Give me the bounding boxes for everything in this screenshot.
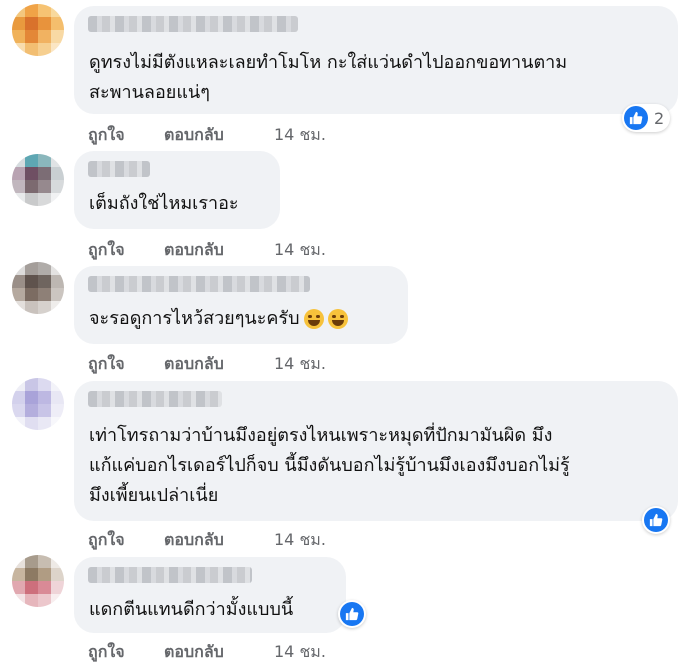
comment-timestamp[interactable]: 14 ชม. <box>274 640 326 665</box>
avatar[interactable] <box>12 555 64 607</box>
commenter-name-blurred[interactable] <box>88 161 150 177</box>
like-reaction-icon <box>340 602 364 626</box>
comment-actions: ถูกใจ ตอบกลับ 14 ชม. <box>88 640 326 665</box>
commenter-name-blurred[interactable] <box>88 276 310 292</box>
comment-timestamp[interactable]: 14 ชม. <box>274 123 326 148</box>
commenter-name-blurred[interactable] <box>88 567 252 583</box>
reply-action[interactable]: ตอบกลับ <box>164 640 274 665</box>
reply-action[interactable]: ตอบกลับ <box>164 238 274 263</box>
reaction-summary[interactable]: 2 <box>622 104 671 132</box>
comment-text: เท่าโทรถามว่าบ้านมึงอยู่ตรงไหนเพราะหมุดท… <box>89 425 570 506</box>
like-reaction-icon <box>644 508 668 532</box>
comment-actions: ถูกใจ ตอบกลับ 14 ชม. <box>88 528 326 553</box>
commenter-name-blurred[interactable] <box>88 391 222 407</box>
like-action[interactable]: ถูกใจ <box>88 640 164 665</box>
rofl-emoji-icon <box>303 309 324 329</box>
avatar[interactable] <box>12 154 64 206</box>
comment-bubble: จะรอดูการไหว้สวยๆนะครับ <box>74 266 408 344</box>
comment-bubble: เท่าโทรถามว่าบ้านมึงอยู่ตรงไหนเพราะหมุดท… <box>74 381 678 521</box>
reply-action[interactable]: ตอบกลับ <box>164 352 274 377</box>
comment-timestamp[interactable]: 14 ชม. <box>274 528 326 553</box>
comment-actions: ถูกใจ ตอบกลับ 14 ชม. <box>88 238 326 263</box>
like-action[interactable]: ถูกใจ <box>88 528 164 553</box>
comment-text: แดกตีนแทนดีกว่ามั้งแบบนี้ <box>89 599 294 620</box>
reaction-summary[interactable] <box>338 600 366 628</box>
reaction-count: 2 <box>654 108 665 128</box>
laughing-emoji-icon <box>327 309 348 329</box>
reply-action[interactable]: ตอบกลับ <box>164 528 274 553</box>
reaction-summary[interactable] <box>642 506 670 534</box>
like-reaction-icon <box>624 106 648 130</box>
reply-action[interactable]: ตอบกลับ <box>164 123 274 148</box>
like-action[interactable]: ถูกใจ <box>88 123 164 148</box>
comment-text: จะรอดูการไหว้สวยๆนะครับ <box>89 304 348 334</box>
commenter-name-blurred[interactable] <box>88 16 298 32</box>
comment-timestamp[interactable]: 14 ชม. <box>274 238 326 263</box>
like-action[interactable]: ถูกใจ <box>88 352 164 377</box>
comment-bubble: แดกตีนแทนดีกว่ามั้งแบบนี้ <box>74 557 346 633</box>
avatar[interactable] <box>12 4 64 56</box>
comment-bubble: ดูทรงไม่มีตังแหละเลยทำโมโห กะใส่แว่นดำไป… <box>74 6 678 114</box>
comment-timestamp[interactable]: 14 ชม. <box>274 352 326 377</box>
comment-text: เต็มถังใช่ไหมเราอะ <box>89 193 239 214</box>
like-action[interactable]: ถูกใจ <box>88 238 164 263</box>
comment-actions: ถูกใจ ตอบกลับ 14 ชม. <box>88 123 326 148</box>
avatar[interactable] <box>12 262 64 314</box>
comment-bubble: เต็มถังใช่ไหมเราอะ <box>74 151 280 229</box>
comment-actions: ถูกใจ ตอบกลับ 14 ชม. <box>88 352 326 377</box>
comment-text: ดูทรงไม่มีตังแหละเลยทำโมโห กะใส่แว่นดำไป… <box>89 52 568 103</box>
avatar[interactable] <box>12 378 64 430</box>
